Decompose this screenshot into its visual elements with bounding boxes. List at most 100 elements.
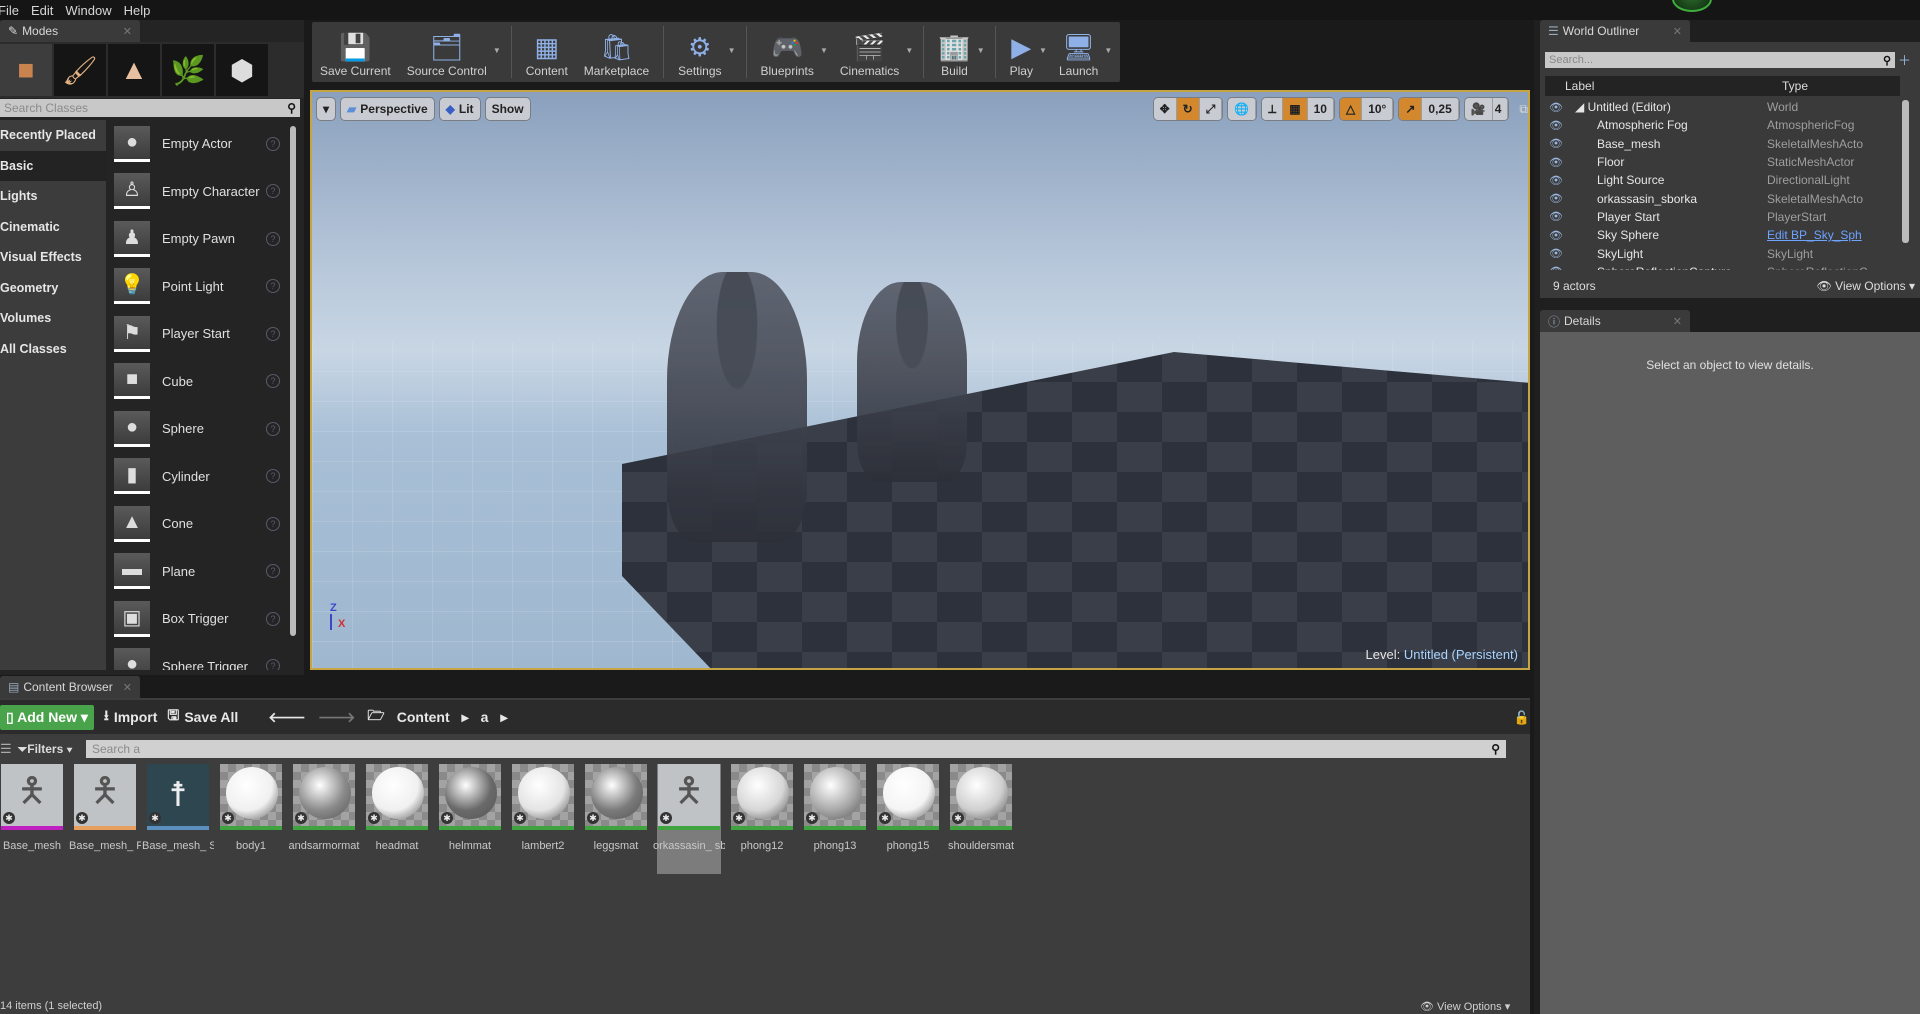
- asset-tile[interactable]: ✱ phong12: [730, 764, 794, 874]
- close-icon[interactable]: ✕: [1673, 25, 1682, 38]
- import-button[interactable]: ⭳ Import: [104, 705, 157, 729]
- placeable-item[interactable]: ♙ Empty Character?: [106, 168, 290, 216]
- details-tab[interactable]: ⓘ Details ✕: [1540, 310, 1690, 332]
- breadcrumb-chevron-icon[interactable]: ▸: [462, 709, 469, 726]
- dropdown-arrow-icon[interactable]: ▼: [1039, 46, 1047, 55]
- camera-speed-value[interactable]: 4: [1492, 98, 1509, 120]
- outliner-row[interactable]: 👁 Base_mesh SkeletalMeshActo: [1545, 135, 1900, 153]
- dropdown-arrow-icon[interactable]: ▼: [493, 46, 501, 55]
- placeable-item[interactable]: ▲ Cone?: [106, 500, 290, 548]
- category-cinematic[interactable]: Cinematic: [0, 212, 106, 243]
- outliner-row[interactable]: 👁 orkassasin_sborka SkeletalMeshActo: [1545, 189, 1900, 207]
- search-icon[interactable]: ⚲: [287, 101, 296, 115]
- placeable-item[interactable]: ▮ Cylinder?: [106, 453, 290, 501]
- help-icon[interactable]: ?: [266, 374, 280, 389]
- asset-tile[interactable]: ✱ helmmat: [438, 764, 502, 874]
- visibility-eye-icon[interactable]: 👁: [1545, 156, 1567, 169]
- show-button[interactable]: Show: [484, 97, 531, 121]
- grid-snap-icon[interactable]: ▦: [1283, 98, 1308, 120]
- expand-arrow-icon[interactable]: ◢: [1575, 100, 1588, 114]
- help-icon[interactable]: ?: [266, 136, 280, 151]
- foliage-mode-icon[interactable]: 🌿: [162, 44, 214, 96]
- visibility-eye-icon[interactable]: 👁: [1545, 174, 1567, 187]
- toolbar-button-build[interactable]: 🏢 Build ▼: [930, 22, 984, 82]
- breadcrumb-content[interactable]: Content: [397, 709, 450, 725]
- dropdown-arrow-icon[interactable]: ▼: [905, 46, 913, 55]
- modes-tab[interactable]: ✎ Modes ✕: [0, 20, 140, 42]
- breadcrumb-a[interactable]: a: [481, 709, 489, 725]
- column-label[interactable]: Label: [1565, 79, 1765, 93]
- outliner-row[interactable]: 👁 ◢ Untitled (Editor) World: [1545, 98, 1900, 116]
- help-icon[interactable]: ?: [266, 611, 280, 626]
- toolbar-button-play[interactable]: ▶ Play ▼: [1002, 22, 1047, 82]
- dropdown-arrow-icon[interactable]: ▼: [728, 46, 736, 55]
- rotate-icon[interactable]: ↻: [1176, 98, 1200, 120]
- add-new-button[interactable]: ▯ Add New ▾: [0, 704, 94, 730]
- placeable-item[interactable]: ● Sphere?: [106, 405, 290, 453]
- visibility-eye-icon[interactable]: 👁: [1545, 229, 1567, 242]
- visibility-eye-icon[interactable]: 👁: [1545, 247, 1567, 260]
- visibility-eye-icon[interactable]: 👁: [1545, 210, 1567, 223]
- placeable-item[interactable]: ● Empty Actor?: [106, 120, 290, 168]
- help-icon[interactable]: ?: [266, 659, 280, 670]
- visibility-eye-icon[interactable]: 👁: [1545, 265, 1567, 270]
- placeable-scrollbar[interactable]: [290, 126, 296, 636]
- placeable-item[interactable]: ⚑ Player Start?: [106, 310, 290, 358]
- visibility-eye-icon[interactable]: 👁: [1545, 101, 1567, 114]
- menu-file[interactable]: File: [0, 3, 19, 18]
- dropdown-arrow-icon[interactable]: ▼: [977, 46, 985, 55]
- asset-tile[interactable]: ✱ headmat: [365, 764, 429, 874]
- outliner-row[interactable]: 👁 Atmospheric Fog AtmosphericFog: [1545, 116, 1900, 134]
- visibility-eye-icon[interactable]: 👁: [1545, 119, 1567, 132]
- translate-icon[interactable]: ✥: [1153, 98, 1177, 120]
- category-recently-placed[interactable]: Recently Placed: [0, 120, 106, 151]
- world-outliner-tab[interactable]: ☰ World Outliner ✕: [1540, 20, 1690, 42]
- toolbar-button-content[interactable]: ▦ Content: [518, 22, 576, 82]
- lit-button[interactable]: ◆ Lit: [438, 97, 481, 121]
- outliner-row[interactable]: 👁 Sky Sphere Edit BP_Sky_Sph: [1545, 226, 1900, 244]
- rotation-snap-value[interactable]: 10°: [1362, 98, 1394, 120]
- asset-tile[interactable]: 🯅✱ orkassasin_ sborka: [653, 764, 725, 874]
- asset-tile[interactable]: 🯅 ✱ Base_mesh: [0, 764, 64, 874]
- asset-tile[interactable]: ✱ phong13: [803, 764, 867, 874]
- help-icon[interactable]: ?: [266, 516, 280, 531]
- scale-snap-icon[interactable]: ↗: [1399, 98, 1423, 120]
- toolbar-button-blueprints[interactable]: 🎮 Blueprints ▼: [753, 22, 828, 82]
- character-base-mesh[interactable]: [667, 272, 807, 542]
- add-folder-icon[interactable]: ＋: [1898, 50, 1911, 69]
- globe-icon[interactable]: 🌐: [1228, 98, 1257, 120]
- paint-mode-icon[interactable]: 🖌: [54, 44, 106, 96]
- category-visual-effects[interactable]: Visual Effects: [0, 242, 106, 273]
- asset-tile[interactable]: ☨✱ Base_mesh_ Skeleton: [142, 764, 214, 874]
- rotation-snap-icon[interactable]: △: [1339, 98, 1363, 120]
- grid-snap-value[interactable]: 10: [1307, 98, 1334, 120]
- lock-icon[interactable]: 🔓: [1514, 710, 1530, 726]
- level-viewport[interactable]: ▾ ▰ Perspective ◆ Lit Show ✥ ↻ ⤢ 🌐 ⟂ ▦ 10 …: [310, 90, 1530, 670]
- visibility-eye-icon[interactable]: 👁: [1545, 192, 1567, 205]
- close-icon[interactable]: ✕: [123, 681, 132, 694]
- asset-tile[interactable]: 🯅✱ Base_mesh_ PhysicsAsset: [69, 764, 141, 874]
- scale-icon[interactable]: ⤢: [1199, 98, 1223, 120]
- asset-tile[interactable]: ✱ lambert2: [511, 764, 575, 874]
- content-browser-tab[interactable]: ▤ Content Browser ✕: [0, 676, 140, 698]
- outliner-row[interactable]: 👁 Light Source DirectionalLight: [1545, 171, 1900, 189]
- close-icon[interactable]: ✕: [1673, 315, 1682, 328]
- filters-button[interactable]: ⏷Filters ▾: [18, 742, 73, 757]
- help-icon[interactable]: ?: [266, 231, 280, 246]
- search-icon[interactable]: ⚲: [1491, 742, 1500, 756]
- character-orkassasin[interactable]: [857, 282, 967, 482]
- forward-arrow-icon[interactable]: 🡒: [318, 709, 356, 726]
- place-mode-icon[interactable]: ■: [0, 44, 52, 96]
- asset-tile[interactable]: ✱ shouldersmat: [948, 764, 1014, 874]
- asset-tile[interactable]: ✱ body1: [219, 764, 283, 874]
- toolbar-button-marketplace[interactable]: 🛍 Marketplace: [576, 22, 657, 82]
- help-icon[interactable]: ?: [266, 564, 280, 579]
- outliner-row[interactable]: 👁 SkyLight SkyLight: [1545, 244, 1900, 262]
- toolbar-button-settings[interactable]: ⚙ Settings ▼: [670, 22, 735, 82]
- dropdown-arrow-icon[interactable]: ▼: [1104, 46, 1112, 55]
- outliner-search-input[interactable]: Search... ⚲: [1545, 52, 1895, 68]
- help-icon[interactable]: ?: [266, 279, 280, 294]
- outliner-row[interactable]: 👁 Player Start PlayerStart: [1545, 208, 1900, 226]
- camera-speed-icon[interactable]: 🎥: [1464, 98, 1493, 120]
- maximize-viewport-icon[interactable]: ⧉: [1519, 102, 1528, 117]
